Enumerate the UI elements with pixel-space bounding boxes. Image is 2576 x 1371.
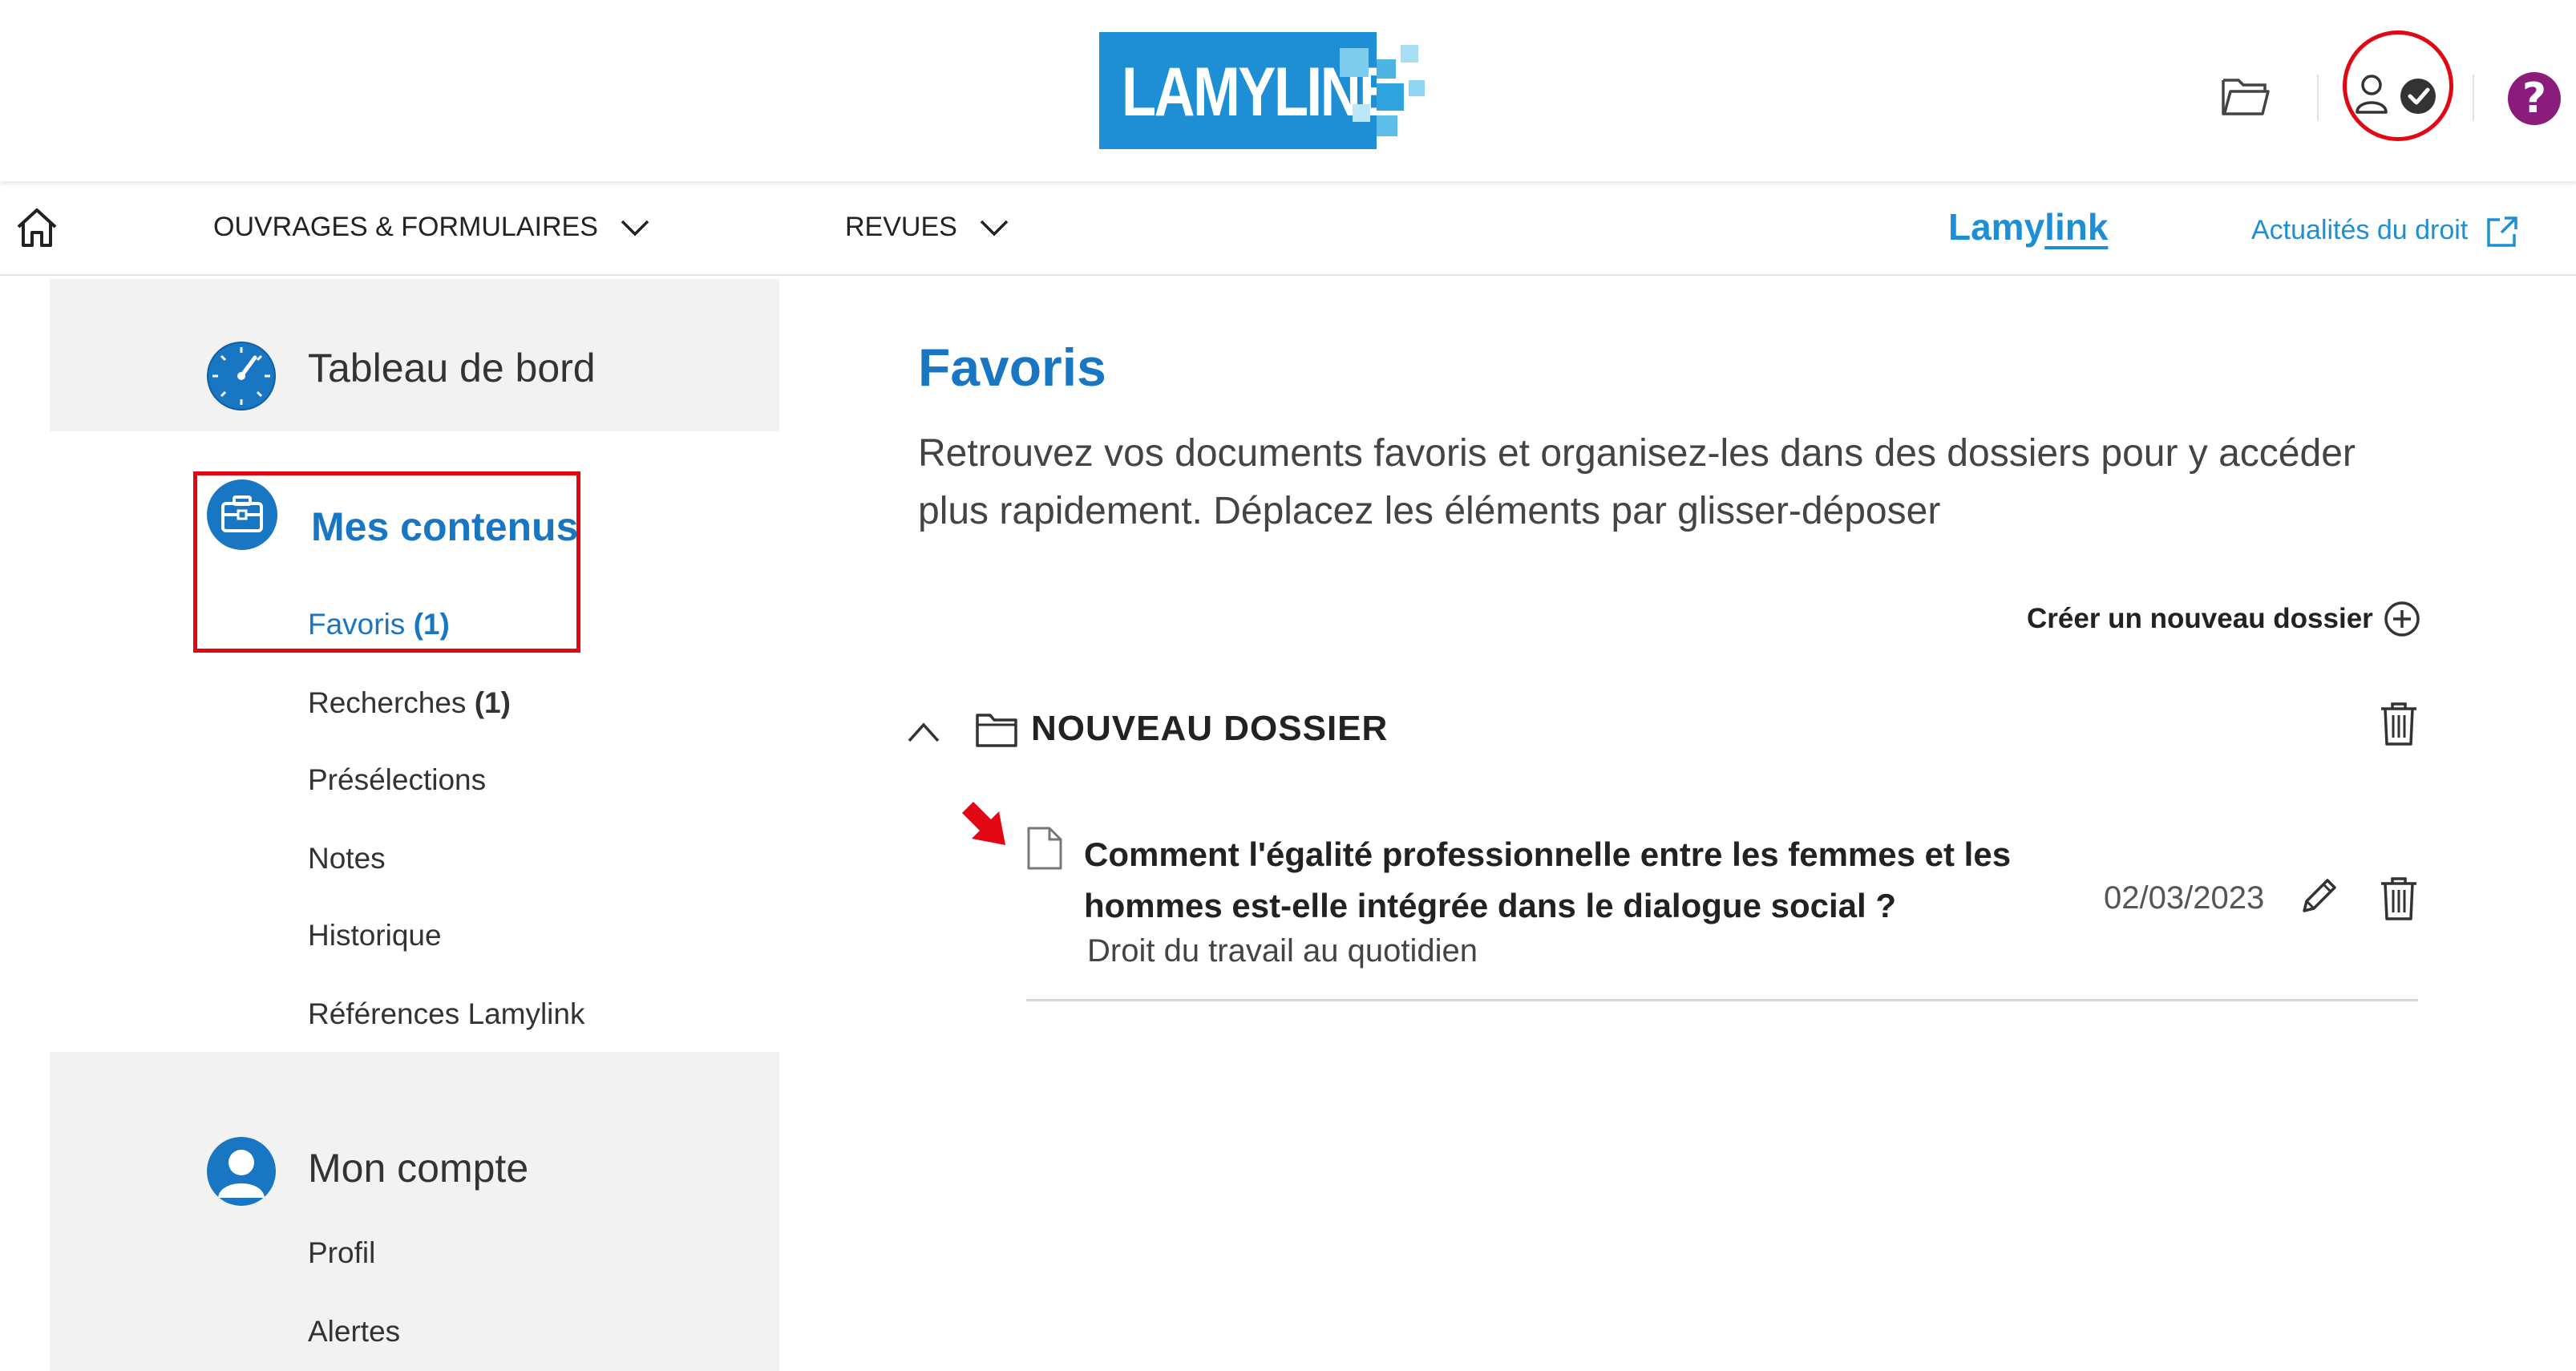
- annotation-circle: [2343, 30, 2453, 141]
- sidebar-item-notes[interactable]: Notes: [308, 842, 386, 876]
- sidebar-account: Mon compte Profil Alertes: [50, 1052, 779, 1371]
- sidebar-item-historique[interactable]: Historique: [308, 919, 442, 952]
- logo-pixel: [1340, 48, 1369, 77]
- sidebar-dashboard[interactable]: Tableau de bord: [50, 279, 779, 431]
- logo-pixel: [1401, 45, 1418, 63]
- nav-ouvrages-formulaires[interactable]: OUVRAGES & FORMULAIRES: [213, 212, 649, 243]
- logo-pixel: [1409, 80, 1425, 96]
- document-divider: [1026, 999, 2418, 1001]
- sidebar-item-label: Recherches: [308, 686, 467, 719]
- lamylink-suffix: link: [2044, 206, 2109, 248]
- page-intro: Retrouvez vos documents favoris et organ…: [918, 432, 2356, 532]
- user-avatar-icon: [205, 1135, 277, 1211]
- logo-pixel: [1377, 59, 1396, 79]
- document-source: Droit du travail au quotidien: [1087, 933, 1478, 969]
- red-arrow-annotation-icon: [959, 799, 1015, 855]
- document-icon: [1026, 826, 1063, 875]
- nav-revues[interactable]: REVUES: [845, 212, 1009, 243]
- actualites-du-droit-link[interactable]: Actualités du droit: [2251, 215, 2519, 249]
- sidebar-account-title[interactable]: Mon compte: [308, 1145, 528, 1191]
- header-divider: [2317, 75, 2319, 121]
- header-divider: [2473, 75, 2474, 121]
- create-folder-button[interactable]: Créer un nouveau dossier: [2027, 603, 2373, 635]
- folder-icon: [975, 710, 1018, 753]
- sidebar-item-recherches[interactable]: Recherches (1): [308, 686, 511, 720]
- lamylink-link[interactable]: Lamylink: [1948, 205, 2108, 249]
- lamylink-prefix: Lamy: [1948, 206, 2045, 248]
- folder-icon[interactable]: [2221, 74, 2271, 121]
- lamyline-logo[interactable]: LAMYLINE: [1099, 32, 1436, 149]
- pencil-edit-icon[interactable]: [2298, 876, 2339, 921]
- document-date: 02/03/2023: [2104, 880, 2265, 916]
- sidebar-item-preselections[interactable]: Présélections: [308, 763, 486, 797]
- dashboard-clock-icon: [205, 340, 277, 416]
- nav-label: REVUES: [845, 212, 957, 242]
- home-icon[interactable]: [14, 205, 59, 254]
- add-circle-icon[interactable]: [2383, 600, 2421, 642]
- document-title-link[interactable]: Comment l'égalité professionnelle entre …: [1084, 829, 2062, 932]
- sidebar-item-alertes[interactable]: Alertes: [308, 1315, 400, 1349]
- sidebar-dashboard-label: Tableau de bord: [308, 346, 596, 390]
- folder-name[interactable]: NOUVEAU DOSSIER: [1031, 709, 1388, 749]
- actualites-label: Actualités du droit: [2251, 215, 2469, 245]
- logo-pixel: [1377, 115, 1397, 136]
- sidebar-item-count: (1): [474, 686, 511, 719]
- help-icon[interactable]: ?: [2508, 72, 2561, 125]
- chevron-down-icon: [621, 220, 649, 236]
- main-nav: OUVRAGES & FORMULAIRES REVUES Lamylink A…: [0, 181, 2576, 276]
- logo-pixel: [1377, 83, 1404, 111]
- page-title: Favoris: [918, 338, 1106, 397]
- nav-label: OUVRAGES & FORMULAIRES: [213, 212, 598, 242]
- logo-pixel: [1353, 104, 1370, 122]
- create-folder-label: Créer un nouveau dossier: [2027, 603, 2373, 634]
- trash-icon[interactable]: [2380, 876, 2418, 926]
- sidebar-item-profil[interactable]: Profil: [308, 1236, 375, 1270]
- trash-icon[interactable]: [2380, 701, 2418, 751]
- annotation-box: [193, 471, 580, 653]
- chevron-down-icon: [980, 220, 1009, 236]
- external-link-icon: [2487, 216, 2518, 247]
- top-header: LAMYLINE ?: [0, 0, 2576, 181]
- chevron-up-icon[interactable]: [906, 720, 941, 748]
- sidebar-item-references-lamylink[interactable]: Références Lamylink: [308, 997, 584, 1031]
